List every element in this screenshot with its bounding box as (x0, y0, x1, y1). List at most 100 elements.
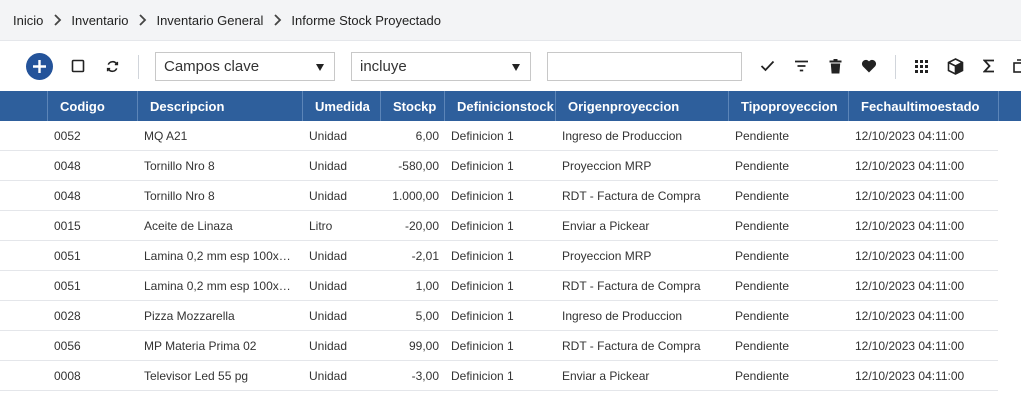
cell-origenproyeccion: Enviar a Pickear (562, 219, 650, 233)
table-row[interactable]: 0048 Tornillo Nro 8 Unidad -580,00 Defin… (0, 151, 998, 181)
cell-codigo: 0008 (54, 369, 81, 383)
favorite-button[interactable] (858, 55, 880, 77)
cell-descripcion: MQ A21 (144, 129, 188, 143)
search-input[interactable] (547, 52, 742, 81)
breadcrumb-inventario[interactable]: Inventario (71, 13, 128, 28)
table-row[interactable]: 0048 Tornillo Nro 8 Unidad 1.000,00 Defi… (0, 181, 998, 211)
breadcrumb-inventario-general[interactable]: Inventario General (156, 13, 263, 28)
cell-fechaultimoestado: 12/10/2023 04:11:00 (855, 369, 965, 383)
toolbar: Campos clave incluye (0, 41, 1021, 91)
cell-umedida: Litro (309, 219, 333, 233)
refresh-button[interactable] (101, 55, 123, 77)
columns-button[interactable] (910, 55, 932, 77)
cell-tipoproyeccion: Pendiente (735, 129, 790, 143)
column-header-umedida[interactable]: Umedida (303, 91, 381, 121)
cell-origenproyeccion: Proyeccion MRP (562, 249, 652, 263)
table-row[interactable]: 0015 Aceite de Linaza Litro -20,00 Defin… (0, 211, 998, 241)
cell-umedida: Unidad (309, 279, 348, 293)
cell-stockp: 5,00 (415, 309, 439, 323)
export-button[interactable] (1008, 55, 1021, 77)
cell-descripcion: MP Materia Prima 02 (144, 339, 257, 353)
cell-tipoproyeccion: Pendiente (735, 339, 790, 353)
package-button[interactable] (944, 55, 966, 77)
totals-button[interactable] (978, 55, 1000, 77)
dropdown-arrow-icon (316, 64, 324, 71)
cell-fechaultimoestado: 12/10/2023 04:11:00 (855, 309, 965, 323)
cell-descripcion: Lamina 0,2 mm esp 100x1… (144, 279, 296, 293)
column-header-descripcion[interactable]: Descripcion (138, 91, 303, 121)
toolbar-divider (895, 55, 896, 79)
filter-button[interactable] (790, 55, 812, 77)
cell-codigo: 0052 (54, 129, 81, 143)
cell-umedida: Unidad (309, 159, 348, 173)
dropdown-arrow-icon (512, 64, 520, 71)
cell-definicionstock: Definicion 1 (451, 339, 514, 353)
breadcrumb-current-page: Informe Stock Proyectado (291, 12, 441, 28)
cell-descripcion: Aceite de Linaza (144, 219, 233, 233)
cell-codigo: 0015 (54, 219, 81, 233)
cell-umedida: Unidad (309, 309, 348, 323)
cell-fechaultimoestado: 12/10/2023 04:11:00 (855, 219, 965, 233)
cell-stockp: 1.000,00 (392, 189, 439, 203)
grid-body: 0052 MQ A21 Unidad 6,00 Definicion 1 Ing… (0, 121, 1021, 391)
breadcrumb-inicio[interactable]: Inicio (13, 13, 43, 28)
cell-definicionstock: Definicion 1 (451, 129, 514, 143)
table-row[interactable]: 0008 Televisor Led 55 pg Unidad -3,00 De… (0, 361, 998, 391)
apply-filter-button[interactable] (756, 55, 778, 77)
table-row[interactable]: 0056 MP Materia Prima 02 Unidad 99,00 De… (0, 331, 998, 361)
operator-select-value: incluye (360, 58, 407, 75)
chevron-right-icon (43, 14, 71, 26)
chevron-right-icon (263, 14, 291, 26)
cell-stockp: -20,00 (404, 219, 439, 233)
cell-fechaultimoestado: 12/10/2023 04:11:00 (855, 249, 965, 263)
plus-icon (33, 60, 46, 73)
toolbar-divider (138, 55, 139, 79)
cell-stockp: -580,00 (398, 159, 439, 173)
refresh-icon (106, 60, 118, 72)
cell-codigo: 0051 (54, 279, 81, 293)
cell-tipoproyeccion: Pendiente (735, 249, 790, 263)
cell-codigo: 0048 (54, 159, 81, 173)
cell-definicionstock: Definicion 1 (451, 279, 514, 293)
cell-fechaultimoestado: 12/10/2023 04:11:00 (855, 189, 965, 203)
cell-tipoproyeccion: Pendiente (735, 309, 790, 323)
cell-definicionstock: Definicion 1 (451, 249, 514, 263)
export-icon (1012, 59, 1021, 73)
column-header-definicionstock[interactable]: Definicionstock (445, 91, 556, 121)
column-header-stockp[interactable]: Stockp (381, 91, 445, 121)
cell-origenproyeccion: Ingreso de Produccion (562, 129, 683, 143)
cell-descripcion: Pizza Mozzarella (144, 309, 235, 323)
cell-codigo: 0051 (54, 249, 81, 263)
delete-button[interactable] (824, 55, 846, 77)
cell-descripcion: Tornillo Nro 8 (144, 189, 215, 203)
cell-umedida: Unidad (309, 249, 348, 263)
cell-origenproyeccion: RDT - Factura de Compra (562, 279, 701, 293)
add-button[interactable] (26, 53, 53, 80)
cell-fechaultimoestado: 12/10/2023 04:11:00 (855, 159, 965, 173)
cell-origenproyeccion: RDT - Factura de Compra (562, 189, 701, 203)
cell-umedida: Unidad (309, 339, 348, 353)
column-header-origenproyeccion[interactable]: Origenproyeccion (556, 91, 729, 121)
cell-umedida: Unidad (309, 129, 348, 143)
table-row[interactable]: 0052 MQ A21 Unidad 6,00 Definicion 1 Ing… (0, 121, 998, 151)
column-header-codigo[interactable]: Codigo (48, 91, 138, 121)
column-header-fechaultimoestado[interactable]: Fechaultimoestado (849, 91, 999, 121)
select-all-button[interactable] (67, 55, 89, 77)
cell-definicionstock: Definicion 1 (451, 189, 514, 203)
cell-origenproyeccion: RDT - Factura de Compra (562, 339, 701, 353)
operator-select[interactable]: incluye (351, 52, 531, 81)
field-select[interactable]: Campos clave (155, 52, 335, 81)
table-row[interactable]: 0028 Pizza Mozzarella Unidad 5,00 Defini… (0, 301, 998, 331)
cell-tipoproyeccion: Pendiente (735, 159, 790, 173)
column-header-row-selector (0, 91, 48, 121)
column-header-tipoproyeccion[interactable]: Tipoproyeccion (729, 91, 849, 121)
cell-stockp: 1,00 (415, 279, 439, 293)
cell-codigo: 0056 (54, 339, 81, 353)
cell-descripcion: Tornillo Nro 8 (144, 159, 215, 173)
checkbox-icon (71, 59, 85, 73)
table-row[interactable]: 0051 Lamina 0,2 mm esp 100x1… Unidad 1,0… (0, 271, 998, 301)
cell-descripcion: Lamina 0,2 mm esp 100x1… (144, 249, 296, 263)
cell-umedida: Unidad (309, 189, 348, 203)
table-row[interactable]: 0051 Lamina 0,2 mm esp 100x1… Unidad -2,… (0, 241, 998, 271)
breadcrumb: Inicio Inventario Inventario General Inf… (0, 0, 1021, 41)
